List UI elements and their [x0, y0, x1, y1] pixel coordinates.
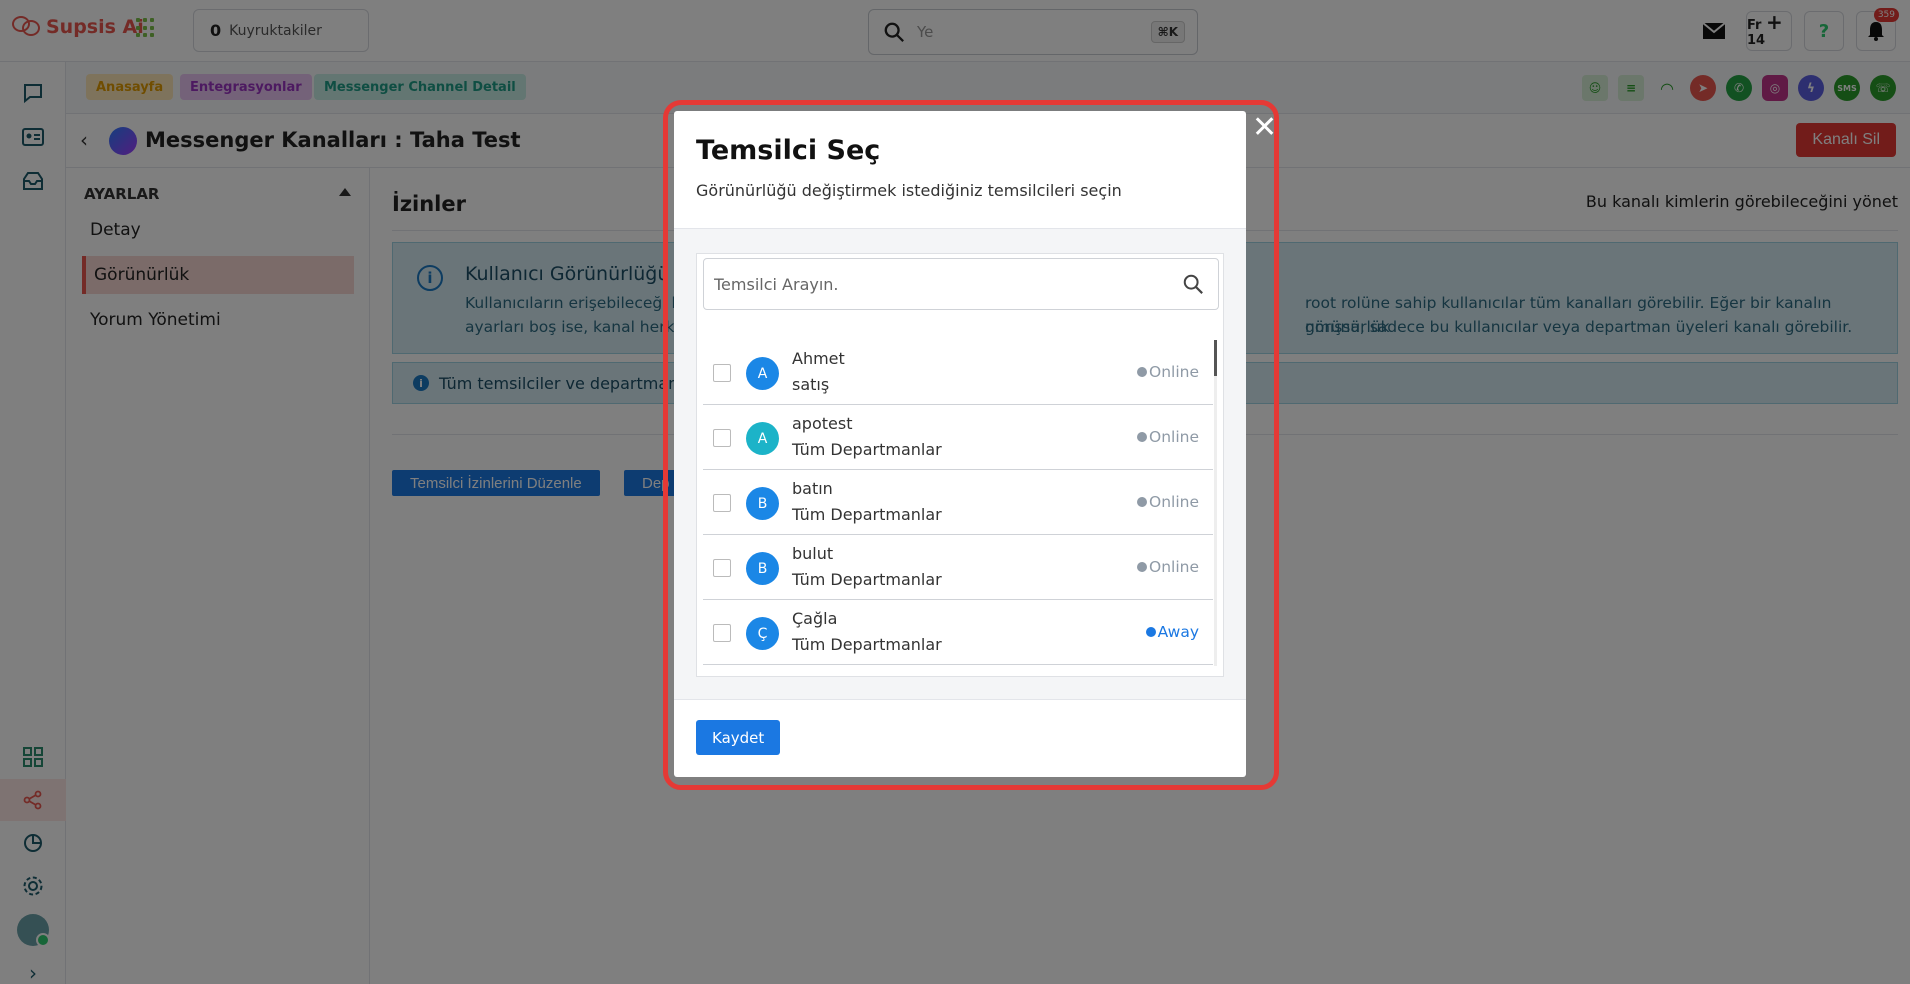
- highlight-frame: [663, 100, 1279, 790]
